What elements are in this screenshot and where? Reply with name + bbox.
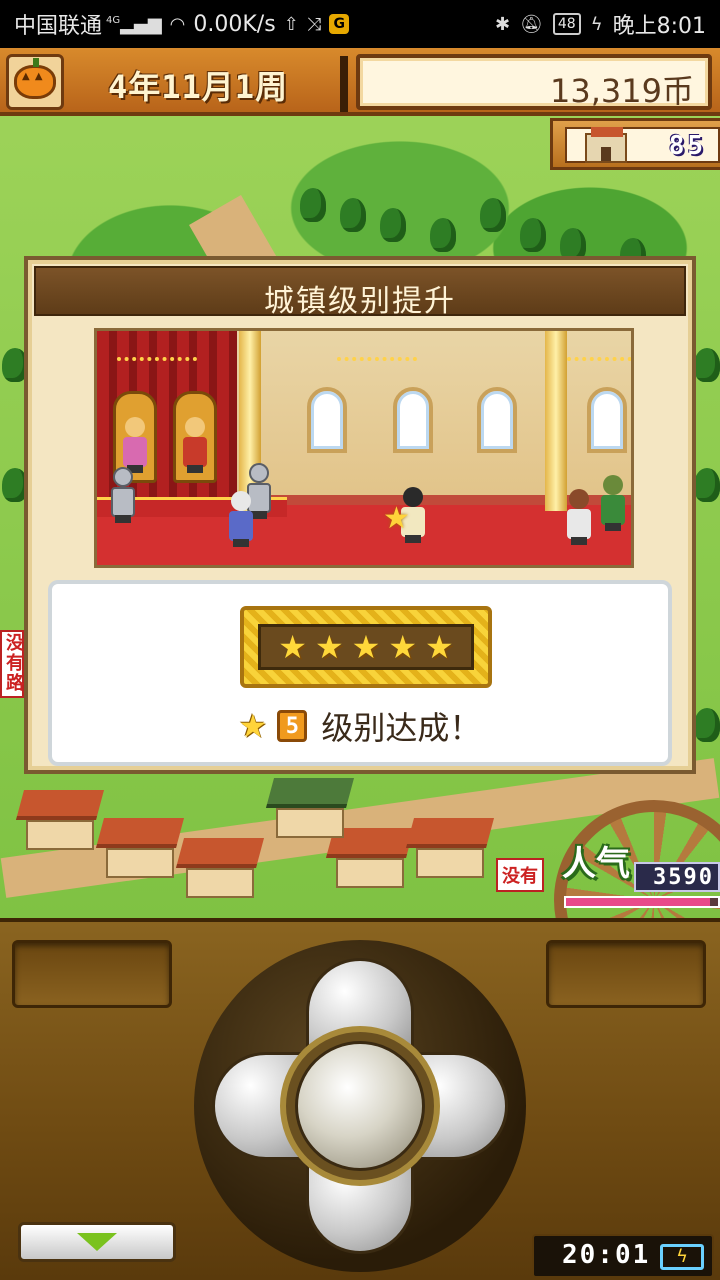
- star-icon: ★: [383, 501, 410, 536]
- battery-level: 48: [552, 13, 581, 35]
- level-badge: 5: [277, 710, 308, 742]
- left-shoulder-button[interactable]: [12, 940, 172, 1008]
- town-rank-panel[interactable]: 85: [550, 118, 720, 170]
- town-rank-value: 85: [668, 131, 706, 161]
- mute-icon: 🔕︎: [520, 13, 543, 35]
- popularity-bar-fill: [566, 898, 711, 906]
- tree: [430, 218, 456, 252]
- menu-toggle-button[interactable]: [18, 1222, 176, 1262]
- star-icon: ★: [278, 628, 307, 666]
- menu-button[interactable]: [6, 54, 64, 110]
- star-icon: ★: [238, 707, 268, 745]
- pumpkin-icon: [14, 58, 56, 99]
- clock: 晚上8:01: [612, 14, 706, 39]
- tree: [380, 208, 406, 242]
- signal-icon: 4G▂▄▆: [106, 13, 162, 35]
- popularity-value-box: 3590: [634, 862, 720, 892]
- money-display: 13,319币: [356, 54, 712, 110]
- house[interactable]: [15, 790, 105, 850]
- top-hud: 4年11月1周 13,319币: [0, 48, 720, 116]
- shuffle-icon: ⤨: [306, 13, 322, 35]
- wifi-icon: ◠: [169, 13, 186, 35]
- popularity-bar: [564, 896, 720, 908]
- house[interactable]: [265, 778, 355, 838]
- battery-charging-icon: ϟ: [660, 1244, 704, 1270]
- hud-divider: [340, 56, 348, 112]
- town-level-up-dialog[interactable]: 城镇级别提升 ★ ★ ★ ★ ★ ★ ★ 5 级别达成！: [24, 256, 696, 774]
- bluetooth-icon: ✱: [494, 13, 511, 35]
- gold-pillar: [545, 331, 567, 511]
- dpad-center-ring: [280, 1026, 440, 1186]
- result-card: ★ ★ ★ ★ ★ ★ 5 级别达成！: [48, 580, 672, 766]
- king-sprite: [179, 417, 211, 473]
- road-sign-right: 没有: [496, 858, 544, 892]
- knight-sprite: [107, 467, 139, 523]
- house[interactable]: [405, 818, 495, 878]
- dialog-title-bar: 城镇级别提升: [34, 266, 686, 319]
- tree: [300, 188, 326, 222]
- game-clock-text: 20:01: [562, 1240, 651, 1270]
- popularity-label: 人气: [562, 844, 630, 884]
- virtual-controller: 20:01 ϟ: [0, 918, 720, 1280]
- charging-icon: ϟ: [590, 13, 603, 35]
- star-icon: ★: [314, 628, 344, 666]
- network-type: 4G: [106, 14, 121, 26]
- chandelier: [567, 337, 631, 361]
- road-sign-left: 没有路: [0, 630, 24, 698]
- star-icon: ★: [351, 628, 381, 666]
- level-achieved-line: ★ 5 级别达成！: [52, 702, 668, 750]
- confirm-button[interactable]: [295, 1041, 425, 1171]
- chandelier: [117, 337, 197, 361]
- game-date: 4年11月1周: [108, 68, 289, 106]
- dpad: [194, 940, 526, 1272]
- star-icon: ★: [388, 628, 418, 666]
- down-triangle-icon: [77, 1233, 117, 1251]
- right-shoulder-button[interactable]: [546, 940, 706, 1008]
- town-rank-inner: 85: [565, 127, 720, 163]
- app-notification-icon: G: [329, 14, 350, 34]
- tree: [694, 348, 720, 382]
- popularity-widget: 人气 3590: [540, 800, 720, 1000]
- tree: [694, 708, 720, 742]
- arched-window: [587, 387, 627, 453]
- carrier-name: 中国联通: [14, 14, 103, 39]
- arched-window: [477, 387, 517, 453]
- money-value: 13,319币: [550, 72, 694, 110]
- house[interactable]: [175, 838, 265, 898]
- star-rating-plaque: ★ ★ ★ ★ ★: [240, 606, 492, 688]
- throne-room-illustration: ★: [94, 328, 634, 568]
- tree: [340, 198, 366, 232]
- castle-icon: [585, 127, 627, 163]
- tree: [480, 198, 506, 232]
- villager-sprite: [563, 489, 595, 545]
- level-achieved-text: 级别达成！: [321, 709, 482, 747]
- star-icon: ★: [425, 628, 454, 666]
- upload-icon: ⇧: [283, 13, 299, 35]
- popularity-value: 3590: [653, 865, 714, 890]
- tree: [694, 468, 720, 502]
- status-bar: 中国联通 4G▂▄▆ ◠ 0.00K/s ⇧ ⤨ G ✱ 🔕︎ 48 ϟ 晚上8…: [0, 0, 720, 48]
- chandelier: [337, 337, 417, 361]
- house[interactable]: [95, 818, 185, 878]
- arched-window: [307, 387, 347, 453]
- villager-sprite: [597, 475, 629, 531]
- arched-window: [393, 387, 433, 453]
- dialog-title: 城镇级别提升: [264, 284, 456, 319]
- minister-sprite: [225, 491, 257, 547]
- game-clock: 20:01 ϟ: [532, 1234, 714, 1278]
- star-rating: ★ ★ ★ ★ ★: [258, 624, 474, 670]
- tree: [520, 218, 546, 252]
- queen-sprite: [119, 417, 151, 473]
- network-speed: 0.00K/s: [193, 11, 276, 37]
